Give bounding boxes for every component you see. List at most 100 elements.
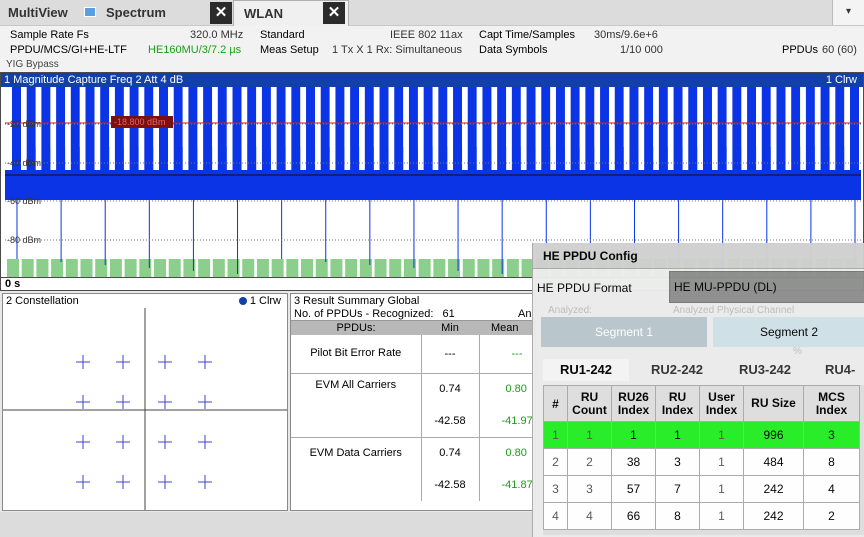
sample-rate-label: Sample Rate Fs	[10, 29, 89, 41]
burst-mark	[188, 87, 198, 175]
burst-gap	[79, 87, 85, 147]
burst-mark	[732, 87, 742, 175]
format-dropdown[interactable]: HE MU-PPDU (DL)	[669, 271, 864, 303]
ru-table-container: # RU Count RU26 Index RU Index User Inde…	[543, 385, 864, 535]
ru-cell: 996	[743, 421, 804, 449]
meas-setup-value[interactable]: 1 Tx X 1 Rx: Simultaneous	[332, 44, 462, 56]
burst-gap	[623, 87, 629, 147]
burst-gap	[270, 87, 276, 147]
segment-1-button[interactable]: Segment 1	[541, 317, 707, 347]
ru-cell: 242	[743, 502, 804, 530]
preamble-mark	[212, 259, 225, 277]
row-name: Pilot Bit Error Rate	[291, 335, 422, 373]
ru-cell: 1	[543, 421, 568, 449]
result-summary-window[interactable]: 3 Result Summary Global No. of PPDUs - R…	[290, 293, 536, 511]
meas-setup-label: Meas Setup	[260, 44, 319, 56]
table-row[interactable]: 1 1 1 1 1 996 3	[543, 421, 860, 449]
ru-cell: 2	[803, 502, 860, 530]
preamble-mark	[345, 259, 358, 277]
sample-rate-value[interactable]: 320.0 MHz	[190, 29, 243, 41]
preamble-mark	[433, 259, 446, 277]
magnitude-capture-title: 1 Magnitude Capture Freq 2 Att 4 dB 1 Cl…	[1, 73, 863, 87]
tab-multiview[interactable]: MultiView	[8, 5, 68, 20]
burst-mark	[261, 87, 271, 175]
trace-dot-icon	[238, 297, 247, 305]
preamble-mark	[7, 259, 19, 277]
cell-mean-db: -41.97	[501, 414, 533, 427]
data-symbols-value[interactable]: 1/10 000	[620, 44, 663, 56]
burst-mark	[570, 87, 580, 175]
burst-mark	[114, 87, 124, 175]
preamble-mark	[198, 259, 211, 277]
constellation-title: 2 Constellation	[6, 295, 79, 307]
constellation-window[interactable]: 2 Constellation 1 Clrw	[2, 293, 288, 511]
tab-ru3[interactable]: RU3-242	[725, 359, 805, 381]
preamble-mark	[124, 259, 137, 277]
ru-cell: 4	[803, 475, 860, 503]
burst-mark	[364, 87, 374, 175]
col-ru-index: RU Index	[655, 385, 700, 422]
constellation-trace-indicator: 1 Clrw	[238, 294, 281, 308]
ru-cell: 1	[567, 421, 612, 449]
status-strip	[0, 512, 540, 537]
preamble-mark	[286, 259, 299, 277]
tab-ru4[interactable]: RU4-	[825, 359, 864, 381]
table-row: EVM Data Carriers 0.74 0.80	[291, 437, 535, 501]
close-wlan-tab-button[interactable]: ✕	[323, 2, 345, 24]
col-user-index: User Index	[699, 385, 744, 422]
table-row[interactable]: 2 2 38 3 1 484 8	[543, 448, 860, 476]
burst-mark	[717, 87, 727, 175]
table-row[interactable]: 4 4 66 8 1 242 2	[543, 502, 860, 530]
burst-mark	[41, 87, 51, 175]
constellation-title-bar: 2 Constellation 1 Clrw	[3, 294, 287, 308]
segment-2-button[interactable]: Segment 2	[713, 317, 864, 347]
ru-cell: 3	[543, 475, 568, 503]
burst-gap	[65, 87, 70, 147]
burst-gap	[241, 87, 247, 147]
burst-gap	[726, 87, 732, 147]
tab-ru1[interactable]: RU1-242	[543, 359, 629, 381]
burst-gap	[550, 87, 555, 147]
recognized-row: No. of PPDUs - Recognized: 61 An	[291, 308, 535, 321]
ppdu-mcs-value[interactable]: HE160MU/3/7.2 µs	[148, 44, 241, 56]
tab-spectrum[interactable]: Spectrum	[106, 5, 166, 20]
burst-mark	[835, 87, 845, 175]
burst-mark	[217, 87, 227, 175]
burst-mark	[600, 87, 610, 175]
ppdu-mcs-label: PPDU/MCS/GI+HE-LTF	[10, 44, 127, 56]
constellation-trace-label: 1 Clrw	[249, 295, 281, 307]
col-min: Min	[441, 322, 459, 334]
preamble-mark	[462, 259, 475, 277]
burst-mark	[850, 87, 859, 175]
cell-min-db: -42.58	[421, 405, 480, 437]
cell-min: ---	[421, 335, 480, 373]
y-tick-20: -20 dBm	[7, 119, 41, 129]
ru-cell: 1	[699, 475, 744, 503]
close-spectrum-tab-button[interactable]: ✕	[210, 2, 232, 24]
format-row: HE PPDU Format HE MU-PPDU (DL)	[533, 269, 864, 303]
channel-info-bar: Sample Rate Fs 320.0 MHz Standard IEEE 8…	[0, 26, 864, 72]
chevron-down-icon[interactable]: ▾	[832, 0, 864, 25]
magnitude-trace-indicator: 1 Clrw	[814, 73, 857, 87]
preamble-mark	[389, 259, 402, 277]
standard-value[interactable]: IEEE 802 11ax	[390, 29, 463, 41]
ru-cell: 3	[803, 421, 860, 449]
ru-cell: 3	[567, 475, 612, 503]
ru-header-row: # RU Count RU26 Index RU Index User Inde…	[543, 385, 860, 422]
preamble-mark	[36, 259, 49, 277]
summary-table: PPDUs: Min Mean Pilot Bit Error Rate ---…	[291, 321, 535, 501]
burst-mark	[350, 87, 360, 175]
burst-mark	[453, 87, 463, 175]
capt-time-value[interactable]: 30ms/9.6e+6	[594, 29, 658, 41]
table-row[interactable]: 3 3 57 7 1 242 4	[543, 475, 860, 503]
ru-cell: 4	[567, 502, 612, 530]
burst-gap	[432, 87, 438, 147]
preamble-mark	[374, 259, 387, 277]
constellation-plot	[3, 308, 287, 510]
burst-mark	[173, 87, 183, 175]
burst-mark	[423, 87, 433, 175]
ghost-physical-label: Analyzed Physical Channel	[673, 305, 795, 316]
he-ppdu-config-dialog[interactable]: HE PPDU Config HE PPDU Format HE MU-PPDU…	[532, 243, 864, 537]
col-ru-size: RU Size	[743, 385, 804, 422]
tab-ru2[interactable]: RU2-242	[637, 359, 717, 381]
